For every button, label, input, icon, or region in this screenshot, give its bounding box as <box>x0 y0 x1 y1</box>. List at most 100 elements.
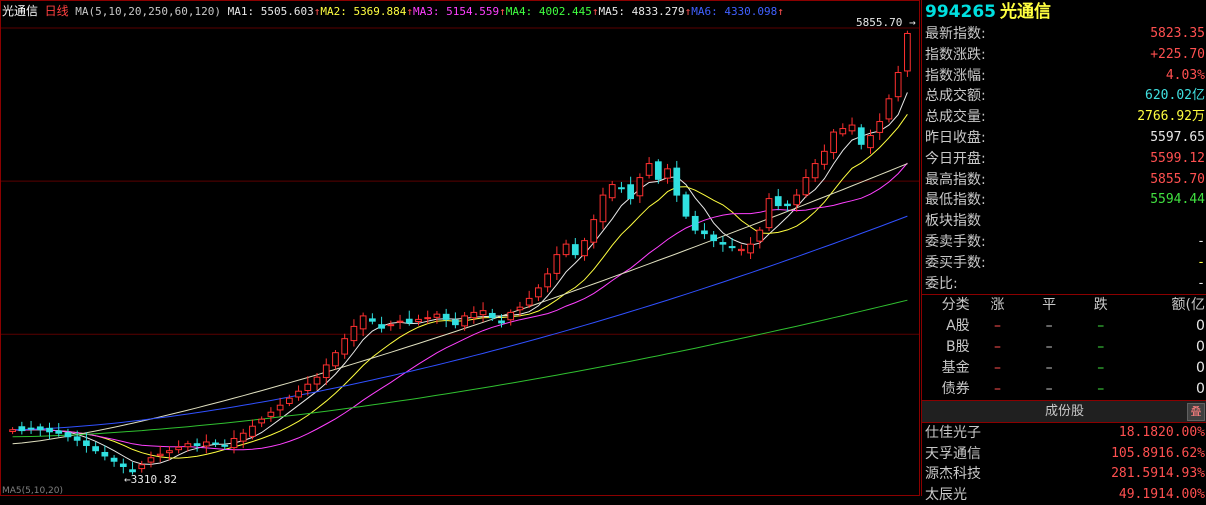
candle-body <box>239 432 247 442</box>
ma-legend-item-2: MA2: 5369.884↑ <box>320 5 414 18</box>
candle-body <box>359 315 367 330</box>
quote-label: 昨日收盘: <box>925 129 986 146</box>
candle-body <box>175 446 183 451</box>
component-row[interactable]: 太辰光 49.1914.00% <box>922 485 1206 505</box>
period-label[interactable]: 日线 <box>45 4 69 18</box>
quote-row: 最高指数: 5855.70 <box>922 170 1206 191</box>
kline-chart-area[interactable]: 5855.70 → ←3310.82 光通信 日线 MA(5,10,20,250,… <box>0 0 920 496</box>
candle-body <box>341 338 349 355</box>
candle-body <box>599 194 607 223</box>
candle-body <box>129 469 136 473</box>
ma-line-5 <box>12 215 908 431</box>
category-header-cell[interactable]: 平 <box>1023 295 1075 316</box>
candle-body <box>784 203 791 207</box>
candle-body <box>415 318 422 323</box>
ma-legend-item-5: MA5: 4833.279↑ <box>598 5 692 18</box>
candle-body <box>885 98 893 120</box>
category-row[interactable]: A股 – – – 0 <box>922 316 1206 337</box>
candle-body <box>876 121 884 133</box>
candle-body <box>488 312 496 319</box>
category-cell: B股 <box>946 339 970 356</box>
bottom-indicator-label: MA5(5,10,20) <box>2 486 64 496</box>
candle-body <box>904 32 911 72</box>
category-header-cell[interactable]: 涨 <box>972 295 1024 316</box>
category-cell: 0 <box>1196 360 1205 377</box>
candle-body <box>581 240 588 257</box>
candle-body <box>802 177 810 196</box>
candle-body <box>627 184 635 200</box>
quote-value: 2766.92万 <box>1137 109 1205 125</box>
components-list: 仕佳光子 18.1820.00% 天孚通信 105.8916.62% 源杰科技 281.5… <box>922 423 1206 505</box>
quote-row: 最新指数: 5823.35 <box>922 24 1206 45</box>
candle-body <box>156 453 164 457</box>
candle-body <box>507 311 515 321</box>
candle-body <box>184 443 192 448</box>
components-title: 成份股 <box>1044 404 1084 420</box>
ma-legend-item-4: MA4: 4002.445↑ <box>505 5 599 18</box>
category-cell: – <box>1045 360 1053 377</box>
quote-label: 最高指数: <box>925 171 986 188</box>
quote-label: 今日开盘: <box>925 150 986 167</box>
candle-body <box>821 150 828 165</box>
quote-label: 总成交量: <box>925 109 986 126</box>
kline-chart[interactable]: 5855.70 → ←3310.82 <box>0 0 920 496</box>
candle-body <box>9 429 16 432</box>
candle-body <box>747 243 754 254</box>
category-row[interactable]: 债券 – – – 0 <box>922 379 1206 400</box>
ma-line-1 <box>12 92 908 465</box>
candle-body <box>285 397 293 404</box>
quote-row: 指数涨跌: +225.70 <box>922 45 1206 66</box>
candle-body <box>867 135 874 149</box>
category-cell: 债券 <box>941 381 970 398</box>
candle-body <box>701 230 708 235</box>
quote-label: 指数涨幅: <box>925 67 986 84</box>
candle-body <box>774 196 782 207</box>
candle-body <box>608 184 616 199</box>
category-row[interactable]: 基金 – – – 0 <box>922 358 1206 379</box>
candle-body <box>378 324 385 329</box>
side-title: 994265 光通信 <box>922 0 1206 24</box>
candle-body <box>166 450 173 454</box>
quote-value: 5823.35 <box>1150 26 1205 41</box>
candle-body <box>276 404 284 411</box>
category-header-cell[interactable]: 额(亿 <box>1127 295 1206 316</box>
quote-row: 委比: - <box>922 274 1206 295</box>
stock-name: 光通信 <box>2 4 39 18</box>
category-cell: – <box>1045 381 1053 398</box>
candle-body <box>83 440 90 446</box>
index-name: 光通信 <box>999 2 1051 22</box>
component-row[interactable]: 天孚通信 105.8916.62% <box>922 444 1206 465</box>
quote-row: 最低指数: 5594.44 <box>922 190 1206 211</box>
candle-body <box>350 325 358 342</box>
candle-body <box>212 442 219 445</box>
component-name: 天孚通信 <box>925 445 981 462</box>
candle-body <box>258 418 266 424</box>
category-cell: – <box>993 318 1001 335</box>
candle-body <box>894 72 902 98</box>
candle-body <box>737 248 745 252</box>
candle-body <box>387 324 395 327</box>
candle-body <box>673 167 681 196</box>
components-header[interactable]: 成份股 叠 <box>922 400 1206 424</box>
quote-row: 总成交额: 620.02亿 <box>922 86 1206 107</box>
ma-legend-bar: 光通信 日线 MA(5,10,20,250,60,120) MA1: 5505.… <box>2 2 784 20</box>
quote-rows: 最新指数: 5823.35 指数涨跌: +225.70 指数涨幅: 4.03% 总成交额: 6… <box>922 24 1206 294</box>
quote-row: 昨日收盘: 5597.65 <box>922 128 1206 149</box>
category-header-cell[interactable]: 跌 <box>1075 295 1127 316</box>
category-cell: 0 <box>1196 381 1205 398</box>
category-cell: – <box>993 339 1001 356</box>
quote-row: 委卖手数: - <box>922 232 1206 253</box>
category-header-cell[interactable]: 分类 <box>922 295 972 316</box>
category-cell: – <box>993 381 1001 398</box>
category-cell: 0 <box>1196 339 1205 356</box>
component-name: 源杰科技 <box>925 466 981 483</box>
category-row[interactable]: B股 – – – 0 <box>922 337 1206 358</box>
component-row[interactable]: 源杰科技 281.5914.93% <box>922 464 1206 485</box>
overlay-icon[interactable]: 叠 <box>1187 403 1205 422</box>
candle-body <box>562 243 570 256</box>
component-row[interactable]: 仕佳光子 18.1820.00% <box>922 423 1206 444</box>
up-arrow-icon: ↑ <box>777 5 784 18</box>
quote-label: 委买手数: <box>925 254 986 271</box>
candle-body <box>322 364 330 379</box>
candle-body <box>553 254 561 274</box>
